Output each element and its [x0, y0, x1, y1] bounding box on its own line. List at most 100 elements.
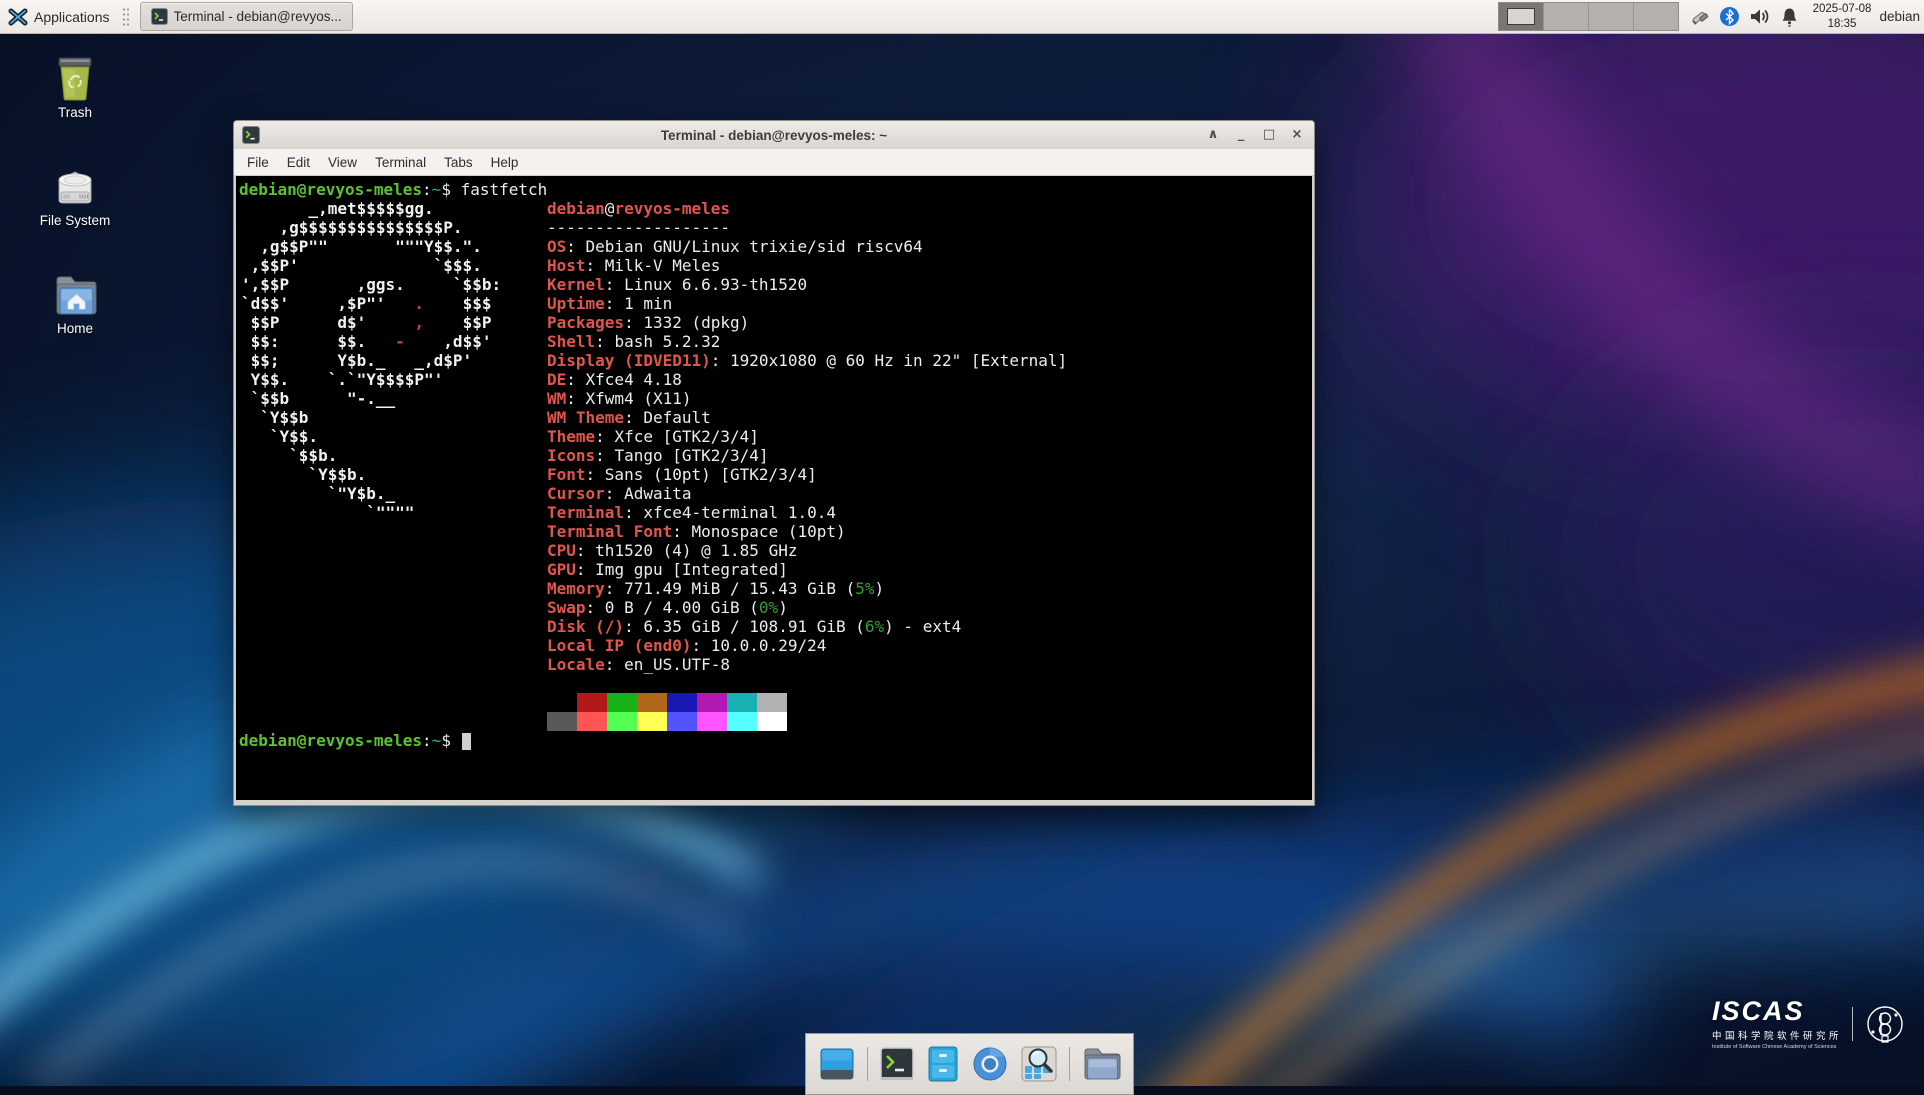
terminal-task-icon: [151, 8, 168, 25]
workspace-2[interactable]: [1543, 3, 1588, 30]
window-titlebar[interactable]: Terminal - debian@revyos-meles: ~ ∧_□×: [234, 121, 1314, 149]
workspace-pager: [1498, 2, 1679, 31]
menu-item-help[interactable]: Help: [482, 152, 528, 173]
maximize-button[interactable]: □: [1260, 122, 1278, 148]
palette-swatch: [667, 693, 697, 712]
ascii-art-line: $$: $$. - ,d$$': [241, 332, 501, 351]
menu-item-file[interactable]: File: [238, 152, 278, 173]
dock-separator: [867, 1047, 868, 1081]
terminal-menubar: FileEditViewTerminalTabsHelp: [234, 149, 1314, 176]
palette-swatch: [607, 712, 637, 731]
iscas-english-name: Institute of Software Chinese Academy of…: [1712, 1044, 1842, 1050]
palette-swatch: [727, 712, 757, 731]
trash-label: Trash: [20, 105, 130, 120]
panel-grip-handle[interactable]: [122, 7, 130, 27]
palette-swatch: [757, 693, 787, 712]
workspace-3[interactable]: [1588, 3, 1633, 30]
window-controls: ∧ _ □ ×: [1204, 122, 1306, 148]
desktop-icon-file-system[interactable]: File System: [20, 166, 130, 228]
fastfetch-info-line: Swap: 0 B / 4.00 GiB (0%): [547, 598, 1067, 617]
palette-swatch: [637, 693, 667, 712]
ascii-art-line: Y$$. `.`"Y$$$$P"': [241, 370, 501, 389]
ascii-art: _,met$$$$$gg. ,g$$$$$$$$$$$$$$$P. ,g$$P"…: [241, 199, 501, 522]
iscas-text-block: ISCAS 中国科学院软件研究所 Institute of Software C…: [1712, 998, 1842, 1050]
applications-menu-button[interactable]: Applications: [0, 0, 118, 33]
fastfetch-info-line: Shell: bash 5.2.32: [547, 332, 1067, 351]
ascii-art-line: ,g$$$$$$$$$$$$$$$P.: [241, 218, 501, 237]
emblem-logo-icon: [1863, 1002, 1907, 1046]
applications-menu-label: Applications: [34, 9, 110, 25]
ascii-art-line: `"Y$b._: [241, 484, 501, 503]
fastfetch-info-line: CPU: th1520 (4) @ 1.85 GHz: [547, 541, 1067, 560]
top-panel: Applications Terminal - debian@revyos...: [0, 0, 1924, 34]
fastfetch-info-line: WM Theme: Default: [547, 408, 1067, 427]
desktop-icon-home[interactable]: Home: [20, 272, 130, 336]
fastfetch-output: _,met$$$$$gg. ,g$$$$$$$$$$$$$$$P. ,g$$P"…: [239, 199, 1312, 731]
palette-swatch: [697, 712, 727, 731]
panel-user-menu[interactable]: debian: [1879, 9, 1920, 24]
terminal-screen[interactable]: debian@revyos-meles:~$ fastfetch _,met$$…: [236, 176, 1312, 800]
terminal-frame: debian@revyos-meles:~$ fastfetch _,met$$…: [234, 176, 1314, 805]
workspace-4[interactable]: [1633, 3, 1678, 30]
branding-divider: [1852, 1007, 1853, 1041]
notifications-bell-tray-icon[interactable]: [1780, 6, 1799, 27]
ascii-art-line: ,g$$P"" """Y$$.".: [241, 237, 501, 256]
terminal-launcher-icon[interactable]: [879, 1046, 915, 1082]
desktop-icon-trash[interactable]: Trash: [20, 54, 130, 120]
fastfetch-info-line: Display (IDVED11): 1920x1080 @ 60 Hz in …: [547, 351, 1067, 370]
fastfetch-info-line: Theme: Xfce [GTK2/3/4]: [547, 427, 1067, 446]
fastfetch-info-line: Cursor: Adwaita: [547, 484, 1067, 503]
color-palette-row-1: [547, 693, 1067, 712]
bluetooth-tray-icon[interactable]: [1719, 6, 1740, 27]
ascii-art-line: `Y$$.: [241, 427, 501, 446]
menu-item-view[interactable]: View: [319, 152, 366, 173]
file-manager-folder-icon[interactable]: [1081, 1046, 1121, 1082]
palette-swatch: [697, 693, 727, 712]
minimize-button[interactable]: _: [1232, 122, 1250, 148]
panel-clock[interactable]: 2025-07-08 18:35: [1813, 2, 1872, 31]
fastfetch-info-line: OS: Debian GNU/Linux trixie/sid riscv64: [547, 237, 1067, 256]
menu-item-edit[interactable]: Edit: [278, 152, 319, 173]
ascii-art-line: _,met$$$$$gg.: [241, 199, 501, 218]
volume-tray-icon[interactable]: [1749, 6, 1771, 27]
ascii-art-line: ',$$P ,ggs. `$$b:: [241, 275, 501, 294]
workspace-1[interactable]: [1499, 3, 1543, 30]
trash-icon: [20, 54, 130, 102]
palette-swatch: [577, 693, 607, 712]
close-button[interactable]: ×: [1288, 122, 1306, 148]
terminal-cursor: [462, 733, 471, 750]
palette-swatch: [577, 712, 607, 731]
fastfetch-info-line: Font: Sans (10pt) [GTK2/3/4]: [547, 465, 1067, 484]
ascii-art-line: `"""": [241, 503, 501, 522]
xfce-logo-icon: [8, 7, 28, 27]
utility-tool-tray-icon[interactable]: [1689, 6, 1710, 27]
system-tray: [1689, 6, 1799, 27]
palette-swatch: [727, 693, 757, 712]
ascii-art-line: `d$$' ,$P"' . $$$: [241, 294, 501, 313]
menu-item-terminal[interactable]: Terminal: [366, 152, 435, 173]
show-desktop-icon[interactable]: [818, 1046, 856, 1082]
palette-swatch: [667, 712, 697, 731]
fastfetch-info-line: Locale: en_US.UTF-8: [547, 655, 1067, 674]
shade-button[interactable]: ∧: [1204, 122, 1222, 148]
fastfetch-info-line: Icons: Tango [GTK2/3/4]: [547, 446, 1067, 465]
fastfetch-info: debian@revyos-meles-------------------OS…: [547, 199, 1067, 731]
palette-swatch: [757, 712, 787, 731]
window-terminal-icon: [242, 126, 260, 144]
fastfetch-info-line: GPU: Img gpu [Integrated]: [547, 560, 1067, 579]
file-cabinet-icon[interactable]: [926, 1045, 960, 1083]
fastfetch-info-line: Terminal: xfce4-terminal 1.0.4: [547, 503, 1067, 522]
taskbar-terminal-button[interactable]: Terminal - debian@revyos...: [140, 2, 353, 31]
color-palette-row-2: [547, 712, 1067, 731]
ascii-art-line: `$$b "-.__: [241, 389, 501, 408]
terminal-prompt-line-1: debian@revyos-meles:~$ fastfetch: [239, 180, 1312, 199]
chromium-browser-icon[interactable]: [971, 1045, 1009, 1083]
fastfetch-info-line: Kernel: Linux 6.6.93-th1520: [547, 275, 1067, 294]
fastfetch-info-line: DE: Xfce4 4.18: [547, 370, 1067, 389]
fastfetch-info-line: Uptime: 1 min: [547, 294, 1067, 313]
application-finder-icon[interactable]: [1020, 1045, 1058, 1083]
fastfetch-info-line: Local IP (end0): 10.0.0.29/24: [547, 636, 1067, 655]
blank-line: [547, 674, 1067, 693]
menu-item-tabs[interactable]: Tabs: [435, 152, 482, 173]
fastfetch-info-line: Terminal Font: Monospace (10pt): [547, 522, 1067, 541]
